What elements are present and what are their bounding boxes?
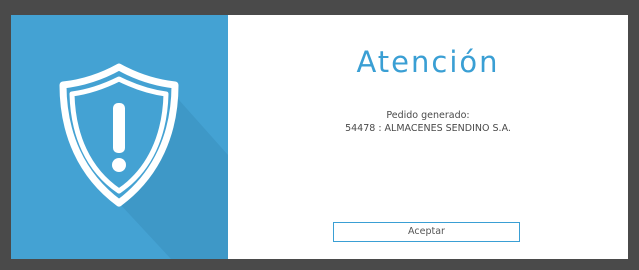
dialog-content: Atención Pedido generado: 54478 : ALMACE… [228, 15, 628, 259]
accept-button[interactable]: Aceptar [333, 222, 520, 242]
message-line-1: Pedido generado: [386, 110, 470, 121]
dialog-message: Pedido generado: 54478 : ALMACENES SENDI… [228, 109, 628, 135]
dialog-title: Atención [356, 45, 500, 79]
icon-panel [11, 15, 228, 259]
alert-dialog: Atención Pedido generado: 54478 : ALMACE… [11, 15, 628, 259]
shield-warning-icon [59, 63, 228, 259]
message-line-2: 54478 : ALMACENES SENDINO S.A. [345, 123, 511, 134]
